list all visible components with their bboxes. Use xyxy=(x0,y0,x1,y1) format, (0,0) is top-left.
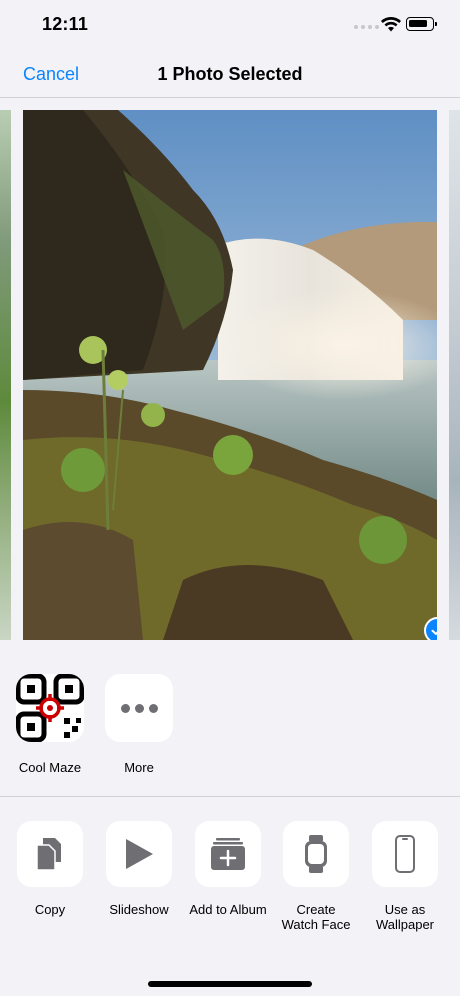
battery-icon xyxy=(406,17,437,31)
page-title: 1 Photo Selected xyxy=(157,64,303,84)
play-icon xyxy=(106,821,172,887)
waterfall-photo xyxy=(23,110,437,640)
copy-button[interactable]: Copy xyxy=(5,821,95,917)
app-label: More xyxy=(124,760,154,775)
phone-icon xyxy=(372,821,438,887)
app-cool-maze[interactable]: Cool Maze xyxy=(5,674,95,775)
status-time: 12:11 xyxy=(42,14,89,34)
ellipsis-icon xyxy=(105,674,173,742)
create-watch-face-button[interactable]: Create Watch Face xyxy=(271,821,361,932)
status-bar: 12:11 xyxy=(0,0,460,50)
share-actions-row: Copy Slideshow Add to Album Create Watch… xyxy=(0,798,460,938)
previous-photo-thumbnail[interactable] xyxy=(0,110,11,640)
action-label: Add to Album xyxy=(189,902,267,917)
app-more[interactable]: More xyxy=(94,674,184,775)
next-photo-thumbnail[interactable] xyxy=(449,110,460,640)
action-label: Slideshow xyxy=(109,902,169,917)
home-indicator[interactable] xyxy=(148,981,312,987)
add-to-album-icon xyxy=(195,821,261,887)
action-label: Create Watch Face xyxy=(281,902,351,932)
watch-icon xyxy=(283,821,349,887)
app-label: Cool Maze xyxy=(18,760,82,775)
navigation-bar: Cancel 1 Photo Selected xyxy=(0,50,460,98)
selected-photo[interactable] xyxy=(23,110,437,640)
share-apps-row: Cool Maze More xyxy=(0,654,460,797)
wifi-icon xyxy=(381,17,401,32)
slideshow-button[interactable]: Slideshow xyxy=(94,821,184,917)
cellular-signal-icon xyxy=(354,25,379,29)
qr-code-icon xyxy=(16,674,84,742)
photo-carousel[interactable] xyxy=(0,98,460,654)
action-label: Use as Wallpaper xyxy=(375,902,435,932)
copy-icon xyxy=(17,821,83,887)
action-label: Copy xyxy=(34,902,66,917)
add-to-album-button[interactable]: Add to Album xyxy=(183,821,273,917)
use-as-wallpaper-button[interactable]: Use as Wallpaper xyxy=(360,821,450,932)
